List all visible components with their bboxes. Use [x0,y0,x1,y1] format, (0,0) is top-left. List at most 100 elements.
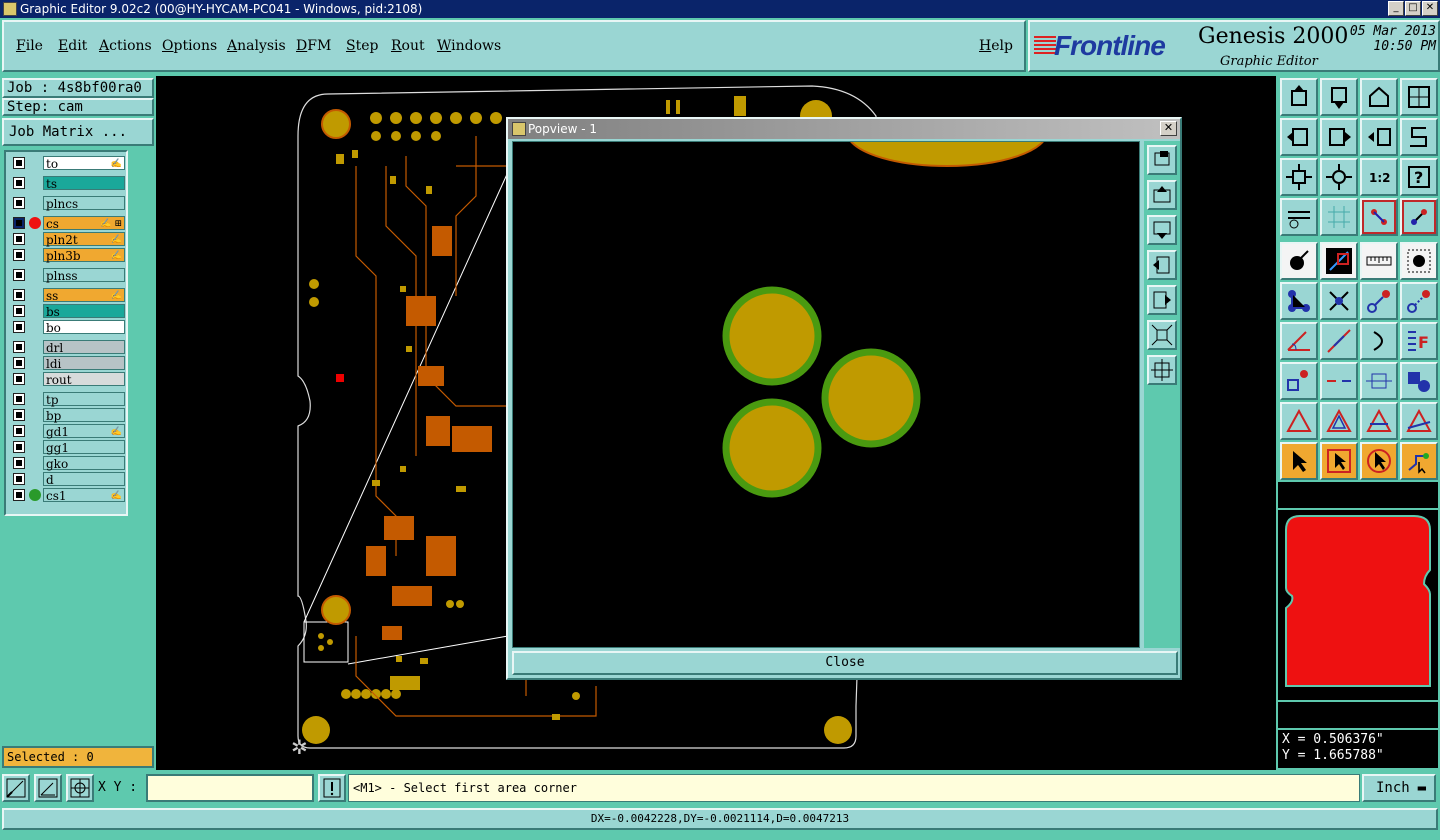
layer-row-bs[interactable]: bs [9,304,127,319]
drag-pad-icon[interactable] [1400,282,1438,320]
board-minimap[interactable] [1278,510,1438,700]
layer-row-gko[interactable]: gko [9,456,127,471]
layer-name[interactable]: bo [43,320,125,335]
snap-mode-icon[interactable] [2,774,30,802]
home-up-icon[interactable] [1280,78,1318,116]
layer-name[interactable]: plncs [43,196,125,211]
layer-checkbox[interactable] [13,269,25,281]
triangle-add-icon[interactable] [1280,402,1318,440]
layer-row-plnss[interactable]: plnss [9,268,127,283]
mirror-icon[interactable] [1360,118,1398,156]
menu-windows[interactable]: Windows [437,38,501,54]
select-area-icon[interactable] [1400,242,1438,280]
menu-dfm[interactable]: DFM [296,38,331,54]
layer-name[interactable]: pln3b ✍ [43,248,125,263]
layer-checkbox[interactable] [13,157,25,169]
layer-checkbox[interactable] [13,305,25,317]
layer-row-plncs[interactable]: plncs [9,196,127,211]
help-query-icon[interactable]: ? [1400,158,1438,196]
layer-checkbox[interactable] [13,409,25,421]
layer-checkbox[interactable] [13,373,25,385]
snake-path-icon[interactable] [1400,118,1438,156]
layer-row-ts[interactable]: ts [9,176,127,191]
layer-name[interactable]: rout [43,372,125,387]
layer-checkbox[interactable] [13,393,25,405]
layer-name[interactable]: ss ✍ [43,288,125,303]
menu-help[interactable]: Help [979,38,1013,54]
text-edit-icon[interactable]: F [1400,322,1438,360]
close-window-button[interactable]: ✕ [1422,1,1438,16]
home-icon[interactable] [1360,78,1398,116]
pad-to-line-icon[interactable] [1280,362,1318,400]
select-box-arrow-icon[interactable] [1320,442,1358,480]
layer-name[interactable]: gg1 [43,440,125,455]
layer-checkbox[interactable] [13,321,25,333]
menu-actions[interactable]: Actions [99,38,152,54]
popview-zoom-window-button[interactable] [1147,145,1177,175]
layer-checkbox[interactable] [13,489,25,501]
tools-settings-icon[interactable] [1280,198,1318,236]
layer-name[interactable]: drl [43,340,125,355]
layer-row-ldi[interactable]: ldi [9,356,127,371]
pan-left-icon[interactable] [1280,118,1318,156]
maximize-button[interactable]: □ [1405,1,1421,16]
layer-row-pln3b[interactable]: pln3b ✍ [9,248,127,263]
layer-checkbox[interactable] [13,217,25,229]
layer-row-cs1[interactable]: cs1 ✍ [9,488,127,503]
layer-name[interactable]: cs ✍ ⊞ [43,216,125,231]
select-net-icon[interactable] [1400,442,1438,480]
layer-name[interactable]: tp [43,392,125,407]
layer-checkbox[interactable] [13,357,25,369]
layer-name[interactable]: bs [43,304,125,319]
layer-name[interactable]: to ✍ [43,156,125,171]
layer-row-pln2t[interactable]: pln2t ✍ [9,232,127,247]
layer-checkbox[interactable] [13,341,25,353]
layer-name[interactable]: gko [43,456,125,471]
layer-row-d[interactable]: d [9,472,127,487]
triangle-fill-icon[interactable] [1360,402,1398,440]
layer-row-rout[interactable]: rout [9,372,127,387]
layer-checkbox[interactable] [13,425,25,437]
net-connect-icon[interactable] [1400,198,1438,236]
zoom-fit-icon[interactable] [1280,158,1318,196]
layer-row-drl[interactable]: drl [9,340,127,355]
measure-ruler-icon[interactable] [1360,242,1398,280]
layer-checkbox[interactable] [13,249,25,261]
popview-close-button[interactable]: Close [512,651,1178,675]
select-circle-arrow-icon[interactable] [1360,442,1398,480]
arc-icon[interactable] [1360,322,1398,360]
angle-snap-icon[interactable] [34,774,62,802]
layer-checkbox[interactable] [13,177,25,189]
layer-name[interactable]: pln2t ✍ [43,232,125,247]
layer-name[interactable]: d [43,472,125,487]
menu-file[interactable]: File [16,38,43,54]
popview-pan-down-button[interactable] [1147,215,1177,245]
layer-row-ss[interactable]: ss ✍ [9,288,127,303]
unit-selector[interactable]: Inch ▬ [1362,774,1436,802]
menu-step[interactable]: Step [346,38,378,54]
layer-checkbox[interactable] [13,289,25,301]
popview-zoom-in-button[interactable] [1147,320,1177,350]
angle-line-icon[interactable] [1280,322,1318,360]
menu-edit[interactable]: Edit [58,38,87,54]
xy-input[interactable] [146,774,314,802]
layer-name[interactable]: ts [43,176,125,191]
layer-checkbox[interactable] [13,473,25,485]
layer-name[interactable]: gd1 ✍ [43,424,125,439]
grid-icon[interactable] [1320,198,1358,236]
triangle-delete-icon[interactable] [1400,402,1438,440]
line-draw-icon[interactable] [1320,322,1358,360]
layer-name[interactable]: ldi [43,356,125,371]
menu-rout[interactable]: Rout [391,38,425,54]
net-highlight-icon[interactable] [1360,198,1398,236]
shape-group-icon[interactable] [1400,362,1438,400]
menu-analysis[interactable]: Analysis [227,38,286,54]
popview-canvas[interactable] [512,141,1140,648]
resize-icon[interactable] [1360,362,1398,400]
job-matrix-button[interactable]: Job Matrix ... [2,118,154,146]
layer-checkbox[interactable] [13,233,25,245]
layer-name[interactable]: plnss [43,268,125,283]
layer-checkbox[interactable] [13,441,25,453]
connect-pads-icon[interactable] [1280,282,1318,320]
layer-name[interactable]: cs1 ✍ [43,488,125,503]
